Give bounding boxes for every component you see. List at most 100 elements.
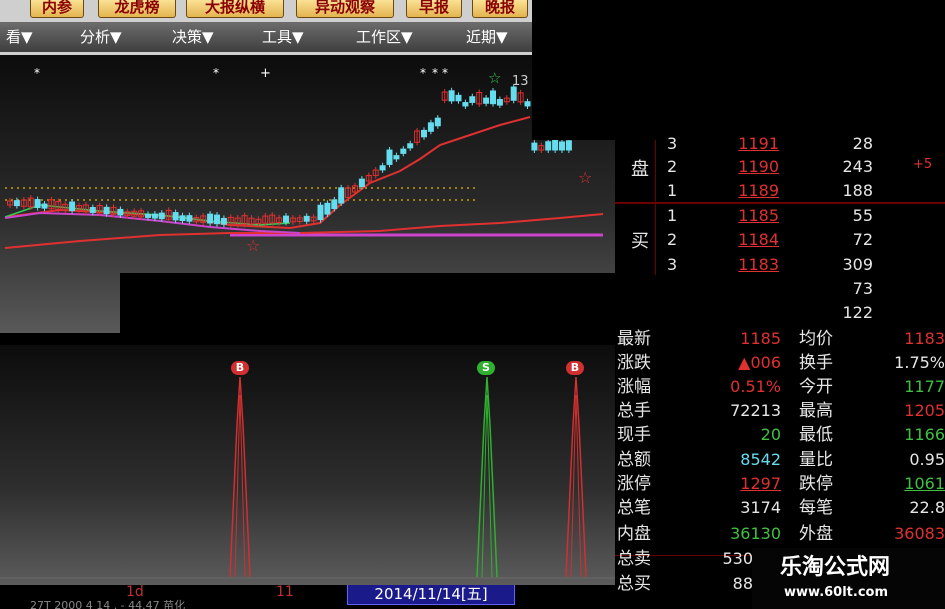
stat-value: 1205 (904, 401, 945, 420)
candle-body (89, 207, 96, 213)
menu-view[interactable]: 看▼ (6, 27, 33, 47)
dabao-zongheng-button[interactable]: 大报纵横 (186, 0, 284, 18)
date-display: 2014/11/14[五] (347, 585, 515, 605)
longhubang-button[interactable]: 龙虎榜 (98, 0, 176, 18)
stat-label: 总卖 (617, 549, 651, 569)
stat-label: 总额 (617, 450, 651, 470)
stat-value: 0.95 (909, 450, 945, 469)
buy-signal-badge-2: B (566, 361, 584, 375)
menu-decision[interactable]: 决策▼ (172, 27, 214, 47)
candle-body (386, 149, 393, 165)
orderbook-volume: 309 (842, 255, 873, 274)
stat-value: 3174 (740, 498, 781, 517)
candle-body (207, 213, 214, 224)
kline-label-13: 13 (512, 74, 529, 89)
stat-value: 88 (732, 574, 753, 593)
stat-label: 最低 (799, 425, 833, 445)
watermark-title: 乐淘公式网 (780, 555, 891, 580)
signal-indicator-panel[interactable]: B S B (0, 345, 615, 585)
candle-body (469, 96, 476, 103)
signal-chart (0, 376, 615, 579)
stat-label: 总笔 (617, 498, 651, 518)
candle-body (13, 200, 20, 207)
stat-label: 今开 (799, 377, 833, 397)
yidong-guancha-button[interactable]: 异动观察 (296, 0, 394, 18)
candle-body (490, 90, 496, 105)
stat-label: 总买 (617, 574, 651, 594)
candle-body (434, 117, 441, 127)
marker-asterisk: * (34, 66, 40, 80)
stat-value: 530 (722, 549, 753, 568)
candle-body (524, 101, 531, 107)
black-overlay-chart-bottom (120, 273, 615, 333)
orderbook-level: 2 (667, 157, 678, 176)
stat-label: 跌停 (799, 474, 833, 494)
stat-value: 36083 (894, 524, 945, 543)
orderbook-price[interactable]: 1189 (727, 181, 779, 201)
orderbook-price[interactable]: 1184 (727, 230, 779, 250)
candle-body (510, 86, 517, 101)
menu-tools[interactable]: 工具▼ (262, 27, 304, 47)
candle-body (545, 141, 552, 151)
stat-label: 总手 (617, 401, 651, 421)
sell-side-label: 盘 (631, 159, 649, 180)
candle-body (455, 94, 462, 102)
buy-signal-badge-1: B (231, 361, 249, 375)
stat-label: 涨跌 (617, 353, 651, 373)
kline-markers: * * * * * + ☆ ☆ ☆ (34, 66, 592, 255)
stat-value: 1177 (904, 377, 945, 396)
stat-label: 最新 (617, 329, 651, 349)
star-marker-icon: ☆ (578, 168, 592, 187)
menu-analysis[interactable]: 分析▼ (80, 27, 122, 47)
menu-recent[interactable]: 近期▼ (466, 27, 508, 47)
marker-asterisk: * (213, 66, 219, 80)
candle-body (172, 212, 179, 221)
candle-body (421, 129, 427, 138)
candle-body (145, 213, 151, 218)
stat-label: 每笔 (799, 498, 833, 518)
candle-body (483, 97, 490, 104)
neican-button[interactable]: 内参 (30, 0, 84, 18)
candle-body (179, 215, 186, 222)
candle-body (379, 165, 386, 171)
star-marker-icon: ☆ (488, 69, 501, 87)
stat-value: 1183 (904, 329, 945, 348)
wanbao-button[interactable]: 晚报 (472, 0, 528, 18)
period-tab-11[interactable]: 11 (276, 585, 294, 601)
sell-signal-badge: S (477, 361, 495, 375)
stat-label: 换手 (799, 353, 833, 373)
candle-body (358, 178, 365, 187)
stat-value: 20 (760, 425, 781, 444)
stat-label: 涨停 (617, 474, 651, 494)
stat-label: 涨幅 (617, 377, 651, 397)
stat-value: 1166 (904, 425, 945, 444)
stat-value: 1185 (740, 329, 781, 348)
orderbook-price[interactable]: 1185 (727, 206, 779, 226)
candle-body (531, 142, 538, 151)
orderbook-price[interactable]: 1191 (727, 134, 779, 154)
candle-body (400, 148, 407, 154)
orderbook-volume: 188 (842, 181, 873, 200)
zaobao-button[interactable]: 早报 (406, 0, 462, 18)
star-marker-icon: ☆ (246, 236, 260, 255)
orderbook-price[interactable]: 1190 (727, 157, 779, 177)
orderbook-separator (615, 202, 945, 204)
orderbook-price[interactable]: 1183 (727, 255, 779, 275)
candle-body (117, 208, 124, 216)
stat-label: 现手 (617, 425, 651, 445)
stat-value: ▲006 (738, 353, 781, 372)
menu-workspace[interactable]: 工作区▼ (356, 27, 413, 47)
candle-body (69, 201, 76, 212)
orderbook-volume: 243 (842, 157, 873, 176)
orderbook-volume: 72 (852, 230, 873, 249)
kline-candles (7, 84, 572, 228)
stat-label: 内盘 (617, 524, 651, 544)
orderbook-side-mark: +5 (913, 157, 933, 172)
candle-body (565, 140, 572, 151)
stat-value: 72213 (730, 401, 781, 420)
stat-value: 22.8 (909, 498, 945, 517)
orderbook-level: 1 (667, 181, 678, 200)
marker-asterisk: * (432, 66, 438, 80)
orderbook-volume: 55 (852, 206, 873, 225)
candle-body (41, 203, 48, 209)
